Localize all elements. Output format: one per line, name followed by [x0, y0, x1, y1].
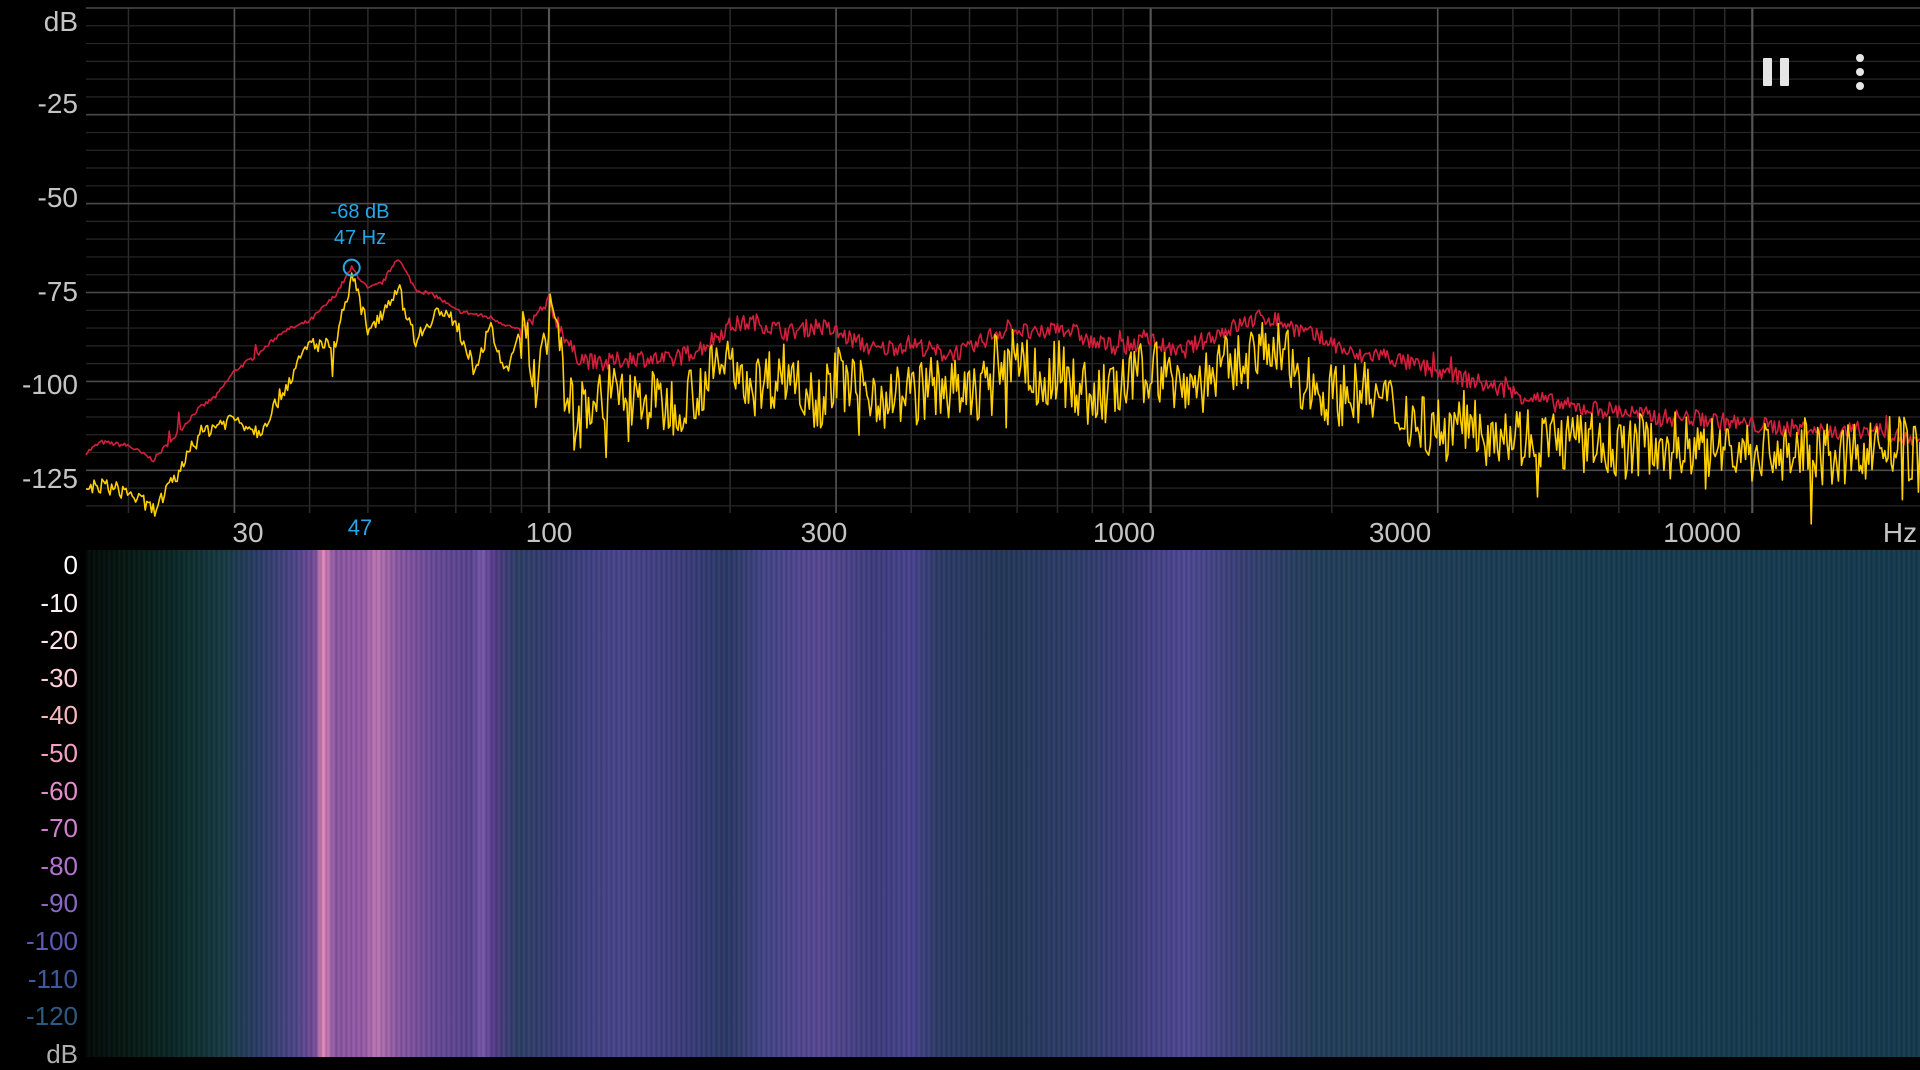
y-axis-unit: dB — [43, 6, 78, 37]
y-tick-label: -100 — [21, 369, 78, 400]
colorbar-label: -60 — [40, 775, 78, 806]
spectrum-plot[interactable] — [0, 0, 1920, 550]
colorbar-label: -40 — [40, 700, 78, 731]
pause-button[interactable] — [1758, 54, 1794, 90]
colorbar-unit: dB — [46, 1038, 78, 1069]
colorbar-label: -50 — [40, 738, 78, 768]
marker-readout: -68 dB 47 Hz — [331, 199, 390, 251]
peak-hold-series — [85, 259, 1920, 463]
y-tick-label: -50 — [37, 182, 78, 213]
colorbar-label: -110 — [27, 963, 78, 994]
y-tick-label: -125 — [21, 463, 78, 494]
x-tick-label: 300 — [800, 517, 848, 548]
colorbar-label: -100 — [25, 926, 78, 956]
spectrogram-panel[interactable]: 0 -10 -20 -30 -40 -50 -60 -70 -80 -90 -100 -110 -120… — [0, 550, 1920, 1069]
marker-frequency-axis-label: 47 — [347, 515, 373, 540]
spectrogram-waterfall[interactable] — [86, 550, 1920, 1057]
x-tick-label: 3000 — [1368, 517, 1432, 548]
marker-hz-label: 47 Hz — [333, 227, 387, 249]
colorbar-label: -20 — [40, 625, 78, 656]
colorbar-label: -30 — [40, 662, 78, 693]
y-tick-label: -75 — [37, 276, 78, 307]
colorbar-label: -90 — [40, 888, 78, 919]
x-tick-label: 1000 — [1092, 517, 1156, 548]
marker-db-label: -68 dB — [330, 201, 390, 223]
y-tick-label: -25 — [37, 88, 78, 119]
colorbar-label: -80 — [40, 850, 78, 881]
colorbar-label: -10 — [40, 587, 78, 618]
spectrum-panel[interactable]: dB -25 -50 -75 -100 -125 30 47 100 300 1… — [0, 0, 1920, 550]
colorbar-label: 0 — [63, 550, 78, 580]
more-options-button[interactable] — [1846, 50, 1874, 94]
x-tick-label: 10000 — [1663, 517, 1741, 548]
colorbar-label: -70 — [40, 813, 78, 844]
x-tick-label: 30 — [232, 517, 264, 548]
x-tick-label: 100 — [525, 517, 573, 548]
colorbar-label: -120 — [25, 1001, 78, 1032]
x-axis-unit: Hz — [1882, 517, 1918, 548]
